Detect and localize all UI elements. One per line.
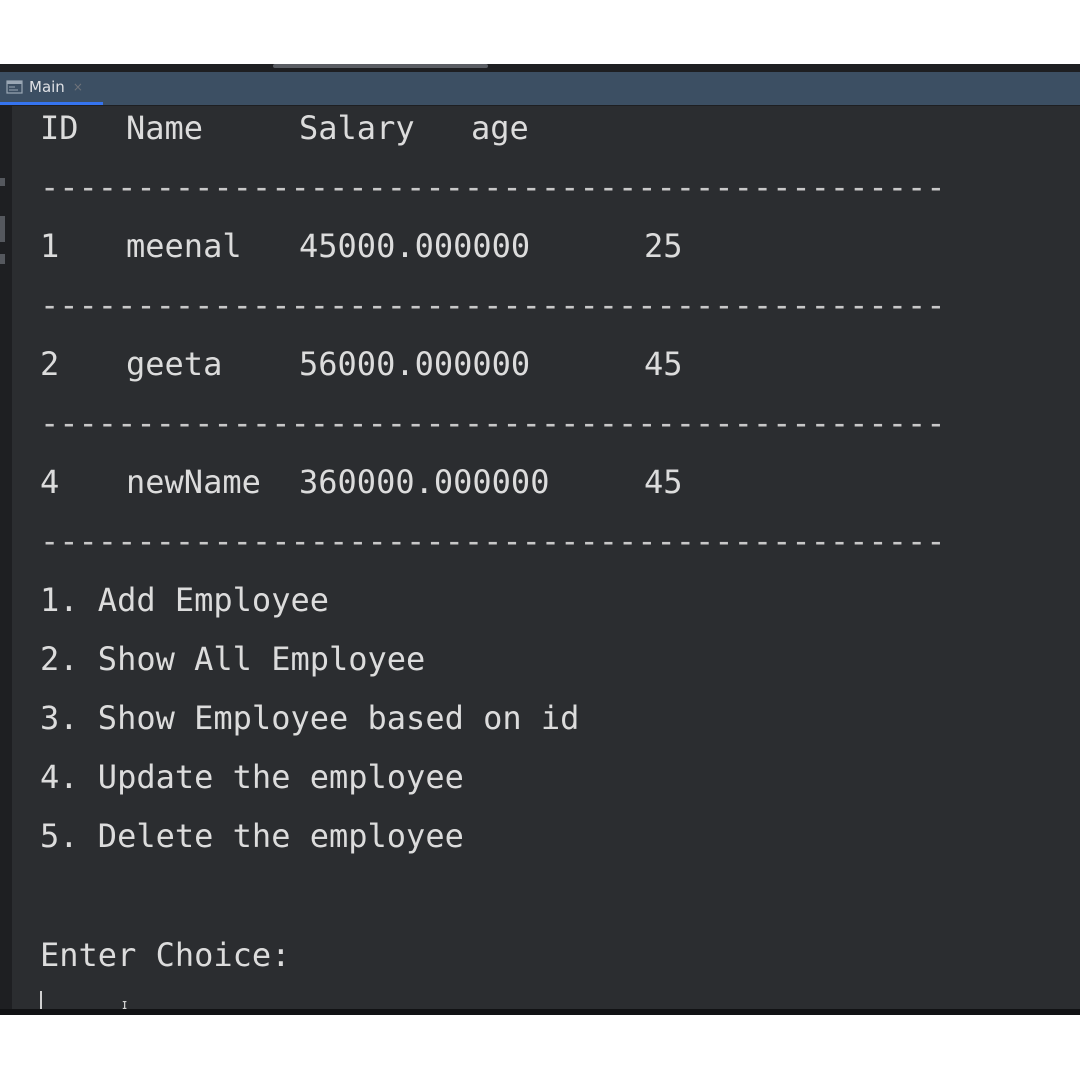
menu-item-delete: 5. Delete the employee	[40, 817, 464, 855]
menu-item-show-by-id: 3. Show Employee based on id	[40, 699, 580, 737]
header-id: ID	[40, 109, 79, 147]
console-window: Main × ID Name Salary age --------------…	[0, 64, 1080, 1015]
run-tab-bar: Main ×	[0, 72, 1080, 106]
console-icon	[6, 80, 23, 94]
row-name: meenal	[126, 227, 242, 265]
close-icon[interactable]: ×	[73, 80, 83, 94]
menu-item-show-all: 2. Show All Employee	[40, 640, 426, 678]
window-bottom-edge	[0, 1009, 1080, 1015]
separator-line: ----------------------------------------…	[40, 168, 946, 206]
header-name: Name	[126, 109, 204, 147]
gutter-marker	[0, 178, 5, 186]
row-salary: 360000.000000	[299, 463, 550, 501]
console-gutter	[0, 106, 12, 1015]
row-id: 2	[40, 345, 60, 383]
row-name: geeta	[126, 345, 223, 383]
tab-main[interactable]: Main ×	[0, 72, 103, 105]
row-id: 1	[40, 227, 60, 265]
header-age: age	[471, 109, 529, 147]
header-salary: Salary	[299, 109, 415, 147]
menu-item-add: 1. Add Employee	[40, 581, 329, 619]
separator-line: ----------------------------------------…	[40, 522, 946, 560]
row-name: newName	[126, 463, 261, 501]
row-salary: 56000.000000	[299, 345, 531, 383]
row-age: 25	[644, 227, 683, 265]
row-id: 4	[40, 463, 60, 501]
row-salary: 45000.000000	[299, 227, 531, 265]
row-age: 45	[644, 463, 683, 501]
gutter-marker	[0, 216, 5, 242]
separator-line: ----------------------------------------…	[40, 404, 946, 442]
horizontal-scroll-thumb[interactable]	[273, 64, 488, 68]
window-top-edge	[0, 64, 1080, 72]
enter-choice-prompt: Enter Choice:	[40, 936, 291, 974]
menu-item-update: 4. Update the employee	[40, 758, 464, 796]
row-age: 45	[644, 345, 683, 383]
tab-main-label: Main	[29, 78, 65, 96]
gutter-marker	[0, 254, 5, 264]
console-output[interactable]: ID Name Salary age ---------------------…	[12, 106, 1080, 1015]
separator-line: ----------------------------------------…	[40, 286, 946, 324]
